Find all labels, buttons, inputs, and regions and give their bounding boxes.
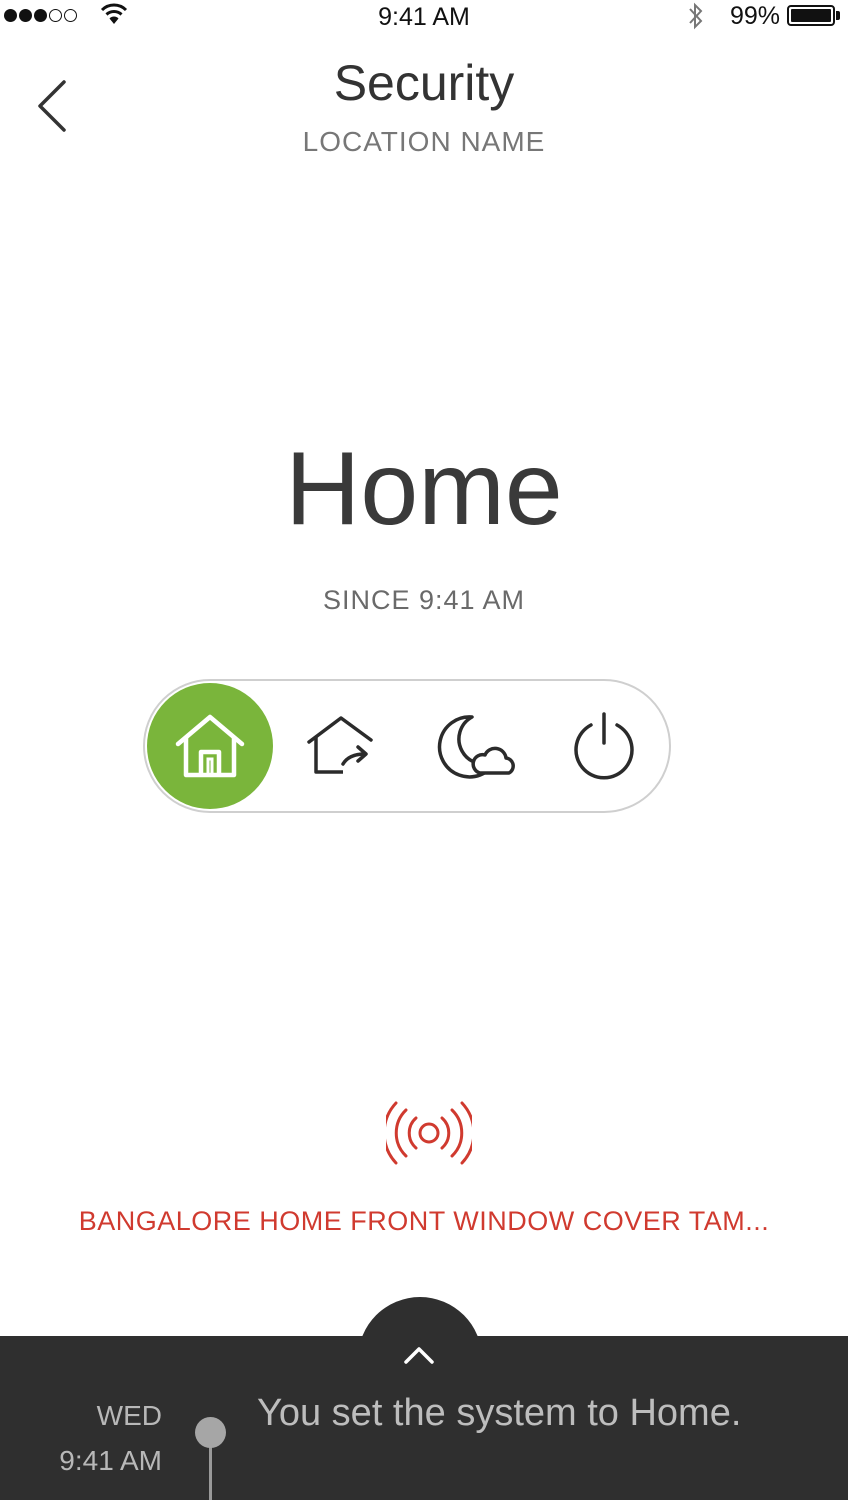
alert-message[interactable]: BANGALORE HOME FRONT WINDOW COVER TAM...	[0, 1206, 848, 1237]
timeline-line	[209, 1440, 212, 1500]
home-icon	[175, 714, 245, 778]
mode-night-button[interactable]	[413, 683, 539, 809]
battery-percentage: 99%	[730, 2, 781, 30]
mode-away-button[interactable]	[280, 683, 406, 809]
status-bar: 9:41 AM 99%	[0, 0, 848, 34]
activity-day: WED	[96, 1400, 162, 1431]
activity-time: 9:41 AM	[59, 1445, 162, 1476]
mode-off-button[interactable]	[541, 683, 667, 809]
chevron-up-icon[interactable]	[402, 1344, 436, 1366]
activity-message: You set the system to Home.	[257, 1392, 742, 1434]
location-name: LOCATION NAME	[302, 126, 546, 157]
bluetooth-icon	[689, 2, 703, 30]
status-time: 9:41 AM	[378, 3, 470, 31]
night-icon	[437, 715, 515, 779]
timeline-dot	[195, 1417, 226, 1448]
battery-icon	[787, 5, 835, 26]
away-icon	[307, 716, 373, 774]
mode-since-label: SINCE 9:41 AM	[322, 585, 526, 615]
page-title: Security	[333, 55, 515, 111]
mode-home-button[interactable]	[147, 683, 273, 809]
security-mode-label: Home	[285, 431, 563, 547]
alarm-signal-icon[interactable]	[386, 1100, 472, 1166]
power-icon	[574, 712, 634, 780]
